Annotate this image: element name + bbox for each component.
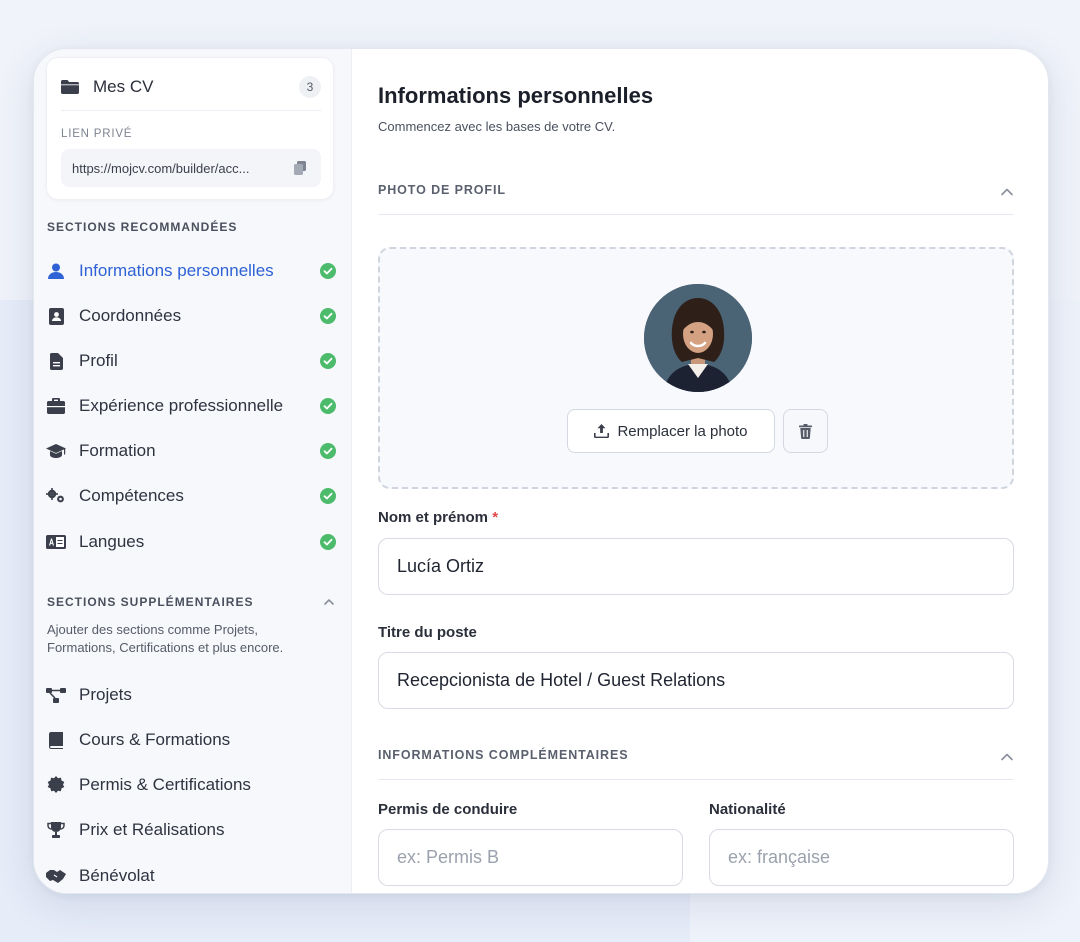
sidebar-item-label: Permis & Certifications [79, 775, 251, 794]
avatar [644, 284, 752, 392]
sidebar: Mes CV 3 LIEN PRIVÉ https://mojcv.com/bu… [34, 49, 352, 893]
sidebar-item-label: Prix et Réalisations [79, 820, 225, 839]
sidebar-item-prix[interactable]: Prix et Réalisations [46, 813, 336, 847]
name-label: Nom et prénom * [378, 509, 498, 526]
private-link-label: LIEN PRIVÉ [61, 128, 133, 140]
check-circle-icon [320, 534, 336, 550]
my-cv-header[interactable]: Mes CV 3 [61, 72, 321, 102]
sidebar-item-label: Profil [79, 351, 118, 370]
copy-icon[interactable] [293, 161, 307, 175]
name-label-text: Nom et prénom [378, 509, 489, 526]
page-title: Informations personnelles [378, 83, 654, 108]
sidebar-item-label: Informations personnelles [79, 261, 274, 280]
cv-count-badge: 3 [299, 76, 321, 98]
chevron-up-icon[interactable] [323, 596, 335, 608]
accordion-photo-profil[interactable]: PHOTO DE PROFIL [378, 167, 1014, 215]
my-cv-panel: Mes CV 3 LIEN PRIVÉ https://mojcv.com/bu… [46, 57, 334, 200]
check-circle-icon [320, 353, 336, 369]
check-circle-icon [320, 263, 336, 279]
job-title-label: Titre du poste [378, 624, 477, 641]
gears-icon [46, 486, 66, 506]
job-title-input[interactable] [378, 652, 1014, 709]
folder-icon [61, 80, 79, 94]
divider [61, 110, 321, 111]
sidebar-item-langues[interactable]: Langues [46, 525, 336, 559]
delete-photo-button[interactable] [783, 409, 828, 453]
nationality-input[interactable] [709, 829, 1014, 886]
upload-icon [594, 424, 610, 438]
document-icon [46, 351, 66, 371]
recommended-sections-title: SECTIONS RECOMMANDÉES [47, 220, 238, 234]
driving-license-input[interactable] [378, 829, 683, 886]
replace-photo-button[interactable]: Remplacer la photo [567, 409, 775, 453]
background-block [60, 890, 690, 942]
sidebar-item-competences[interactable]: Compétences [46, 479, 336, 513]
my-cv-title: Mes CV [93, 77, 154, 96]
briefcase-icon [46, 396, 66, 416]
check-circle-icon [320, 488, 336, 504]
sidebar-item-benevolat[interactable]: Bénévolat [46, 859, 336, 893]
sidebar-item-label: Langues [79, 532, 145, 551]
check-circle-icon [320, 398, 336, 414]
project-diagram-icon [46, 685, 66, 705]
main-content: Informations personnelles Commencez avec… [378, 49, 1014, 893]
sidebar-item-formation[interactable]: Formation [46, 434, 336, 468]
book-icon [46, 730, 66, 750]
graduation-cap-icon [46, 441, 66, 461]
private-link-field[interactable]: https://mojcv.com/builder/acc... [61, 149, 321, 187]
language-icon [46, 532, 66, 552]
name-input[interactable] [378, 538, 1014, 595]
page-subtitle: Commencez avec les bases de votre CV. [378, 119, 616, 134]
chevron-up-icon[interactable] [1000, 750, 1014, 764]
sidebar-item-label: Compétences [79, 486, 184, 505]
certificate-icon [46, 775, 66, 795]
photo-upload-zone[interactable]: Remplacer la photo [378, 247, 1014, 489]
sidebar-item-label: Bénévolat [79, 866, 155, 885]
supplementary-description: Ajouter des sections comme Projets, Form… [47, 622, 284, 655]
builder-card: Mes CV 3 LIEN PRIVÉ https://mojcv.com/bu… [33, 48, 1049, 894]
trophy-icon [46, 820, 66, 840]
replace-photo-label: Remplacer la photo [617, 422, 748, 440]
trash-icon [799, 423, 812, 439]
supplementary-sections-title: SECTIONS SUPPLÉMENTAIRES [47, 595, 254, 609]
contact-card-icon [46, 306, 66, 326]
accordion-label: INFORMATIONS COMPLÉMENTAIRES [378, 748, 629, 762]
accordion-label: PHOTO DE PROFIL [378, 183, 506, 197]
sidebar-item-experience[interactable]: Expérience professionnelle [46, 389, 336, 423]
sidebar-item-projets[interactable]: Projets [46, 678, 336, 712]
sidebar-item-cours[interactable]: Cours & Formations [46, 723, 336, 757]
driving-license-label: Permis de conduire [378, 801, 518, 818]
sidebar-item-label: Projets [79, 685, 132, 704]
check-circle-icon [320, 443, 336, 459]
private-link-url: https://mojcv.com/builder/acc... [72, 160, 250, 176]
check-circle-icon [320, 308, 336, 324]
sidebar-item-label: Coordonnées [79, 306, 182, 325]
user-icon [46, 261, 66, 281]
chevron-up-icon[interactable] [1000, 185, 1014, 199]
accordion-informations-complementaires[interactable]: INFORMATIONS COMPLÉMENTAIRES [378, 732, 1014, 780]
sidebar-item-label: Formation [79, 441, 156, 460]
required-mark: * [492, 509, 499, 526]
sidebar-item-certifications[interactable]: Permis & Certifications [46, 768, 336, 802]
sidebar-item-label: Cours & Formations [79, 730, 231, 749]
nationality-label: Nationalité [709, 801, 786, 818]
sidebar-item-coordonnees[interactable]: Coordonnées [46, 299, 336, 333]
sidebar-item-profil[interactable]: Profil [46, 344, 336, 378]
handshake-icon [46, 866, 66, 886]
sidebar-item-label: Expérience professionnelle [79, 396, 284, 415]
sidebar-item-informations-personnelles[interactable]: Informations personnelles [46, 254, 336, 288]
